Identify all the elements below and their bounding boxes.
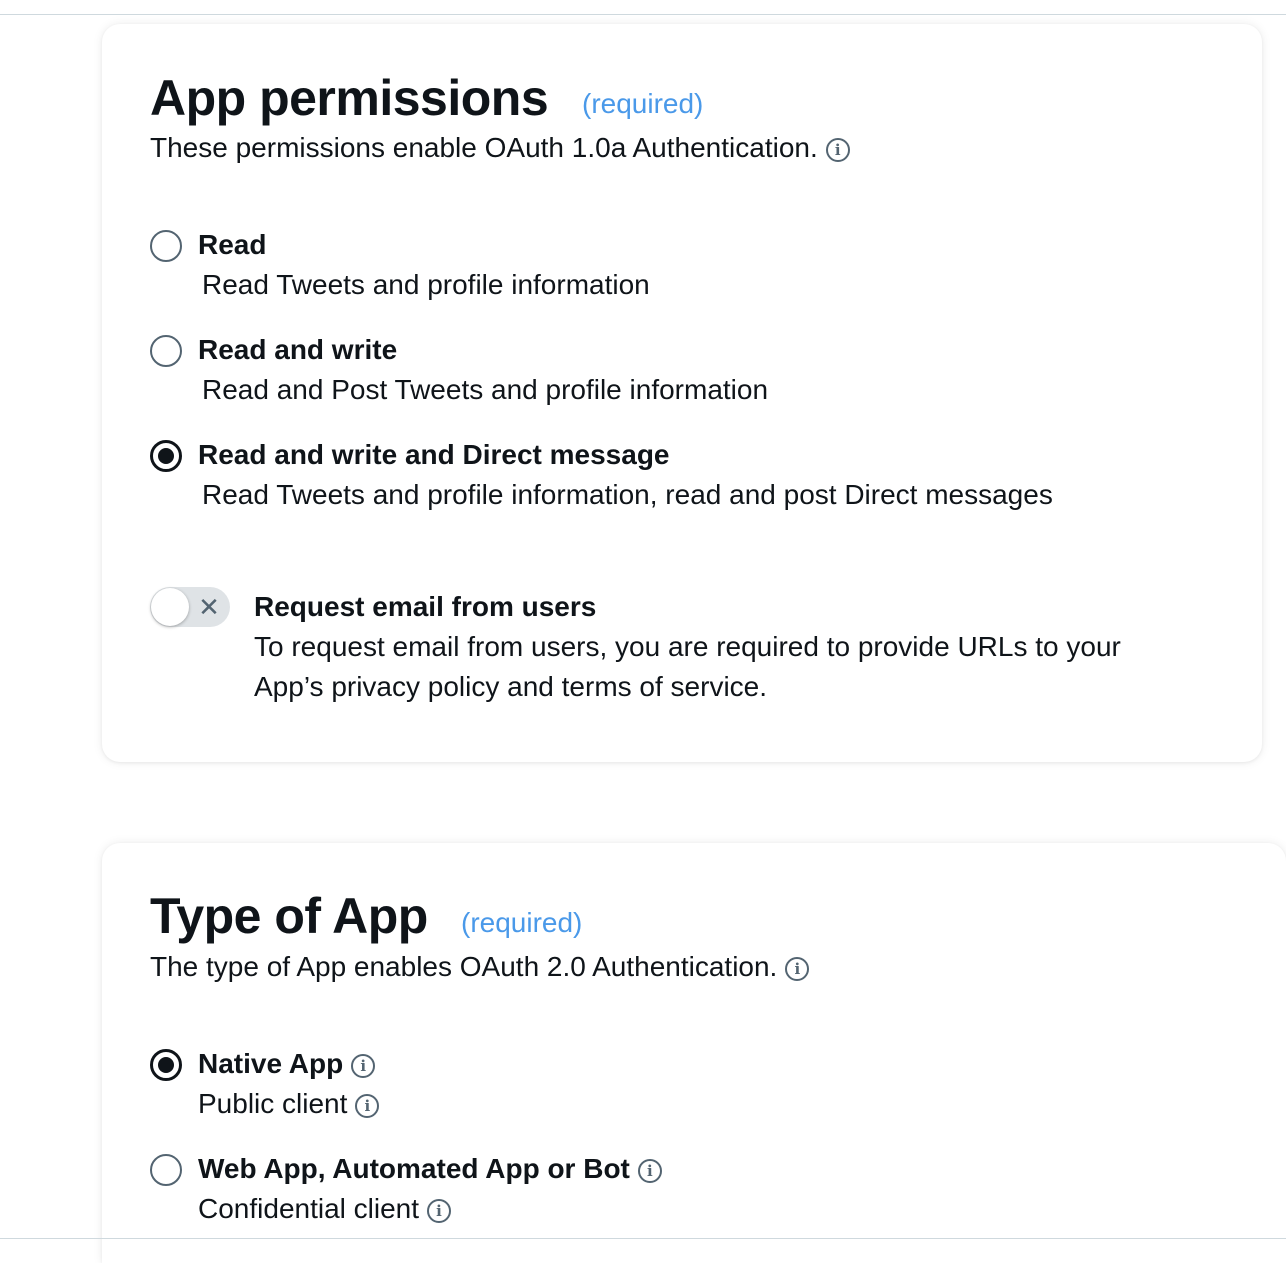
description-text: The type of App enables OAuth 2.0 Authen…: [150, 951, 778, 982]
type-of-app-title: Type of App: [150, 888, 428, 944]
confidential-client-label: Confidential client: [198, 1193, 420, 1224]
description-text: These permissions enable OAuth 1.0a Auth…: [150, 132, 818, 163]
close-icon: ✕: [198, 592, 220, 622]
info-icon[interactable]: i: [351, 1053, 376, 1078]
info-icon[interactable]: i: [825, 137, 850, 162]
radio-read-write[interactable]: [150, 335, 182, 367]
native-app-label: Native App: [198, 1048, 344, 1079]
option-web-app-sub: Confidential client i: [198, 1192, 452, 1226]
option-read-write-dm-label[interactable]: Read and write and Direct message: [198, 438, 670, 472]
radio-native-app[interactable]: [150, 1049, 182, 1081]
option-native-app-sub: Public client i: [198, 1087, 380, 1121]
web-app-label: Web App, Automated App or Bot: [198, 1153, 630, 1184]
public-client-label: Public client: [198, 1088, 348, 1119]
option-read-sub: Read Tweets and profile information: [202, 269, 650, 300]
radio-web-app[interactable]: [150, 1154, 182, 1186]
required-label: (required): [582, 88, 704, 119]
info-icon[interactable]: i: [355, 1093, 380, 1118]
bottom-divider: [0, 1238, 1286, 1239]
type-of-app-description: The type of App enables OAuth 2.0 Authen…: [150, 950, 810, 984]
request-email-label: Request email from users: [254, 591, 597, 622]
option-read-write-label[interactable]: Read and write: [198, 333, 397, 367]
app-permissions-title: App permissions: [150, 70, 549, 126]
option-web-app[interactable]: Web App, Automated App or Bot i: [198, 1152, 662, 1186]
request-email-desc-line1: To request email from users, you are req…: [254, 631, 1121, 662]
info-icon[interactable]: i: [427, 1198, 452, 1223]
top-divider: [0, 14, 1286, 15]
radio-read-write-dm[interactable]: [150, 440, 182, 472]
info-icon[interactable]: i: [785, 956, 810, 981]
request-email-toggle[interactable]: ✕: [150, 587, 230, 627]
required-label: (required): [461, 907, 583, 938]
info-icon[interactable]: i: [637, 1158, 662, 1183]
option-read-write-dm-sub: Read Tweets and profile information, rea…: [202, 479, 1053, 510]
option-read-label[interactable]: Read: [198, 228, 266, 262]
request-email-desc-line2: App’s privacy policy and terms of servic…: [254, 671, 768, 702]
radio-read[interactable]: [150, 230, 182, 262]
option-native-app[interactable]: Native App i: [198, 1047, 376, 1081]
app-permissions-description: These permissions enable OAuth 1.0a Auth…: [150, 131, 850, 165]
option-read-write-sub: Read and Post Tweets and profile informa…: [202, 374, 769, 405]
toggle-knob: [151, 588, 189, 626]
